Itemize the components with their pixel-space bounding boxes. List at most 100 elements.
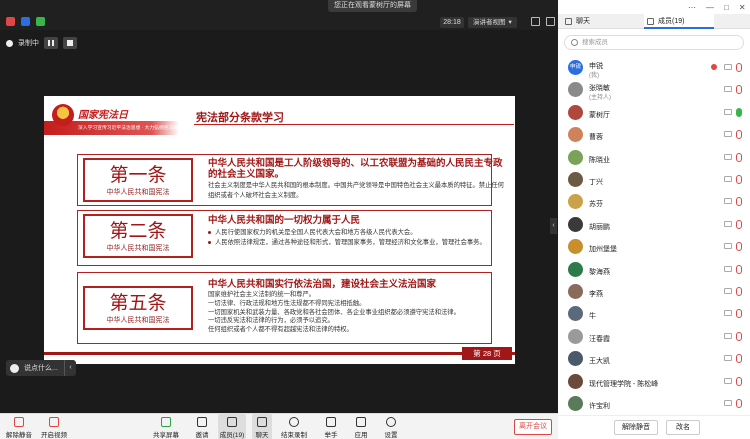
member-row[interactable]: 现代管理学院 - 陈松峰 bbox=[558, 371, 750, 393]
microphone-icon bbox=[736, 197, 742, 207]
member-row[interactable]: 加州堡堡 bbox=[558, 236, 750, 258]
avatar bbox=[568, 373, 583, 389]
chat-preview[interactable]: 说点什么... ‹ bbox=[6, 360, 76, 376]
camera-icon bbox=[724, 310, 732, 317]
avatar bbox=[568, 104, 583, 120]
settings-button[interactable]: 设置 bbox=[382, 414, 400, 439]
article-line: 人民行使国家权力的机关是全国人民代表大会和地方各级人民代表大会。 bbox=[208, 228, 508, 238]
member-row[interactable]: 苏芬 bbox=[558, 191, 750, 213]
window-controls: ⋯ — □ ✕ bbox=[688, 3, 746, 12]
camera-icon bbox=[724, 153, 732, 160]
member-role: (我) bbox=[589, 73, 599, 79]
leave-meeting-button[interactable]: 离开会议 bbox=[514, 419, 552, 435]
shield-icon[interactable] bbox=[21, 17, 30, 26]
avatar bbox=[568, 396, 583, 411]
close-icon[interactable]: ✕ bbox=[739, 3, 746, 12]
article-title: 第二条 bbox=[109, 220, 167, 242]
view-mode-dropdown[interactable]: 演讲者视图 ▾ bbox=[468, 17, 517, 28]
member-name: 曹蓉 bbox=[589, 134, 603, 142]
tab-members[interactable]: 成员(19) bbox=[644, 14, 714, 29]
microphone-icon bbox=[736, 152, 742, 162]
info-icon[interactable] bbox=[6, 17, 15, 26]
tab-chat[interactable]: 聊天 bbox=[562, 14, 642, 29]
article-label-box: 第一条 中华人民共和国宪法 bbox=[83, 158, 193, 202]
member-row[interactable]: 申锐 申锐 (我) bbox=[558, 57, 750, 79]
signal-icon[interactable] bbox=[36, 17, 45, 26]
article-line: 一切违反宪法和法律的行为，必须予以追究。 bbox=[208, 317, 334, 325]
fullscreen-icon[interactable] bbox=[531, 17, 540, 26]
raise-label: 举手 bbox=[324, 432, 338, 439]
member-row[interactable]: 曹蓉 bbox=[558, 124, 750, 146]
video-button[interactable]: 开启视频 bbox=[40, 414, 68, 439]
member-row[interactable]: 张晓敏 (主持人) bbox=[558, 79, 750, 101]
avatar bbox=[568, 216, 583, 232]
mute-button[interactable]: 解除静音 bbox=[4, 414, 34, 439]
panel-footer: 解除静音 改名 bbox=[558, 415, 750, 439]
end-recording-button[interactable]: 结束录制 bbox=[280, 414, 308, 439]
member-row[interactable]: 陈晓业 bbox=[558, 147, 750, 169]
shared-slide: 国家宪法日 深入学习宣传习近平法治思想 · 大力弘扬宪法精神 宪法部分条款学习 … bbox=[44, 96, 515, 364]
microphone-icon bbox=[736, 107, 742, 117]
member-row[interactable]: 牛 bbox=[558, 303, 750, 325]
camera-icon bbox=[49, 417, 59, 427]
layout-icon[interactable] bbox=[546, 17, 555, 26]
article-heading: 中华人民共和国实行依法治国，建设社会主义法治国家 bbox=[208, 279, 437, 290]
unmute-all-button[interactable]: 解除静音 bbox=[614, 420, 658, 435]
stop-recording-button[interactable] bbox=[63, 37, 77, 49]
maximize-window-icon[interactable]: □ bbox=[724, 3, 729, 12]
emoji-icon[interactable] bbox=[10, 363, 19, 373]
member-row[interactable]: 蒙树厅 bbox=[558, 102, 750, 124]
members-icon bbox=[647, 18, 654, 25]
microphone-icon bbox=[736, 264, 742, 274]
meeting-timer: 28:18 bbox=[440, 17, 464, 28]
members-button[interactable]: 成员(19) bbox=[218, 414, 246, 439]
rename-button[interactable]: 改名 bbox=[666, 420, 700, 435]
panel-collapse-handle[interactable]: ‹ bbox=[550, 218, 557, 234]
apps-button[interactable]: 应用 bbox=[352, 414, 370, 439]
member-name: 许宝利 bbox=[589, 403, 610, 410]
member-name: 丁兴 bbox=[589, 179, 603, 186]
member-row[interactable]: 黎海燕 bbox=[558, 259, 750, 281]
minimize-window-icon[interactable]: — bbox=[706, 3, 714, 12]
camera-icon bbox=[724, 400, 732, 406]
raise-hand-button[interactable]: 举手 bbox=[322, 414, 340, 439]
recording-icon bbox=[711, 64, 717, 70]
avatar bbox=[568, 351, 583, 367]
microphone-icon bbox=[736, 376, 742, 386]
pause-recording-button[interactable] bbox=[44, 37, 58, 49]
member-name: 蒙树厅 bbox=[589, 111, 610, 119]
member-row[interactable]: 李燕 bbox=[558, 281, 750, 303]
invite-button[interactable]: 邀请 bbox=[192, 414, 212, 439]
article-line: 社会主义制度是中华人民共和国的根本制度。中国共产党领导是中国特色社会主义最本质的… bbox=[208, 182, 504, 199]
article-text: 国家维护社会主义法制的统一和尊严。 一切法律、行政法规和地方性法规都不得同宪法相… bbox=[208, 291, 508, 335]
article-label-box: 第五条 中华人民共和国宪法 bbox=[83, 286, 193, 330]
member-row[interactable]: 汪春霞 bbox=[558, 326, 750, 348]
stop-record-icon bbox=[289, 417, 299, 427]
member-name: 李燕 bbox=[589, 291, 603, 298]
slide-page-number: 第 28 页 bbox=[462, 347, 512, 360]
avatar: 申锐 bbox=[568, 60, 583, 75]
member-row[interactable]: 许宝利 bbox=[558, 393, 750, 415]
microphone-icon bbox=[736, 63, 742, 72]
article-line: 任何组织或者个人都不得有超越宪法和法律的特权。 bbox=[208, 326, 353, 334]
chevron-left-icon[interactable]: ‹ bbox=[64, 360, 76, 376]
chat-button[interactable]: 聊天 bbox=[252, 414, 272, 439]
camera-icon bbox=[724, 265, 732, 272]
member-row[interactable]: 胡丽鹏 bbox=[558, 214, 750, 236]
member-name: 现代管理学院 - 陈松峰 bbox=[589, 380, 659, 388]
members-icon bbox=[227, 417, 237, 427]
camera-icon bbox=[724, 377, 732, 384]
member-row[interactable]: 丁兴 bbox=[558, 169, 750, 191]
members-label: 成员(19) bbox=[219, 432, 245, 439]
microphone-icon bbox=[736, 85, 742, 95]
microphone-icon bbox=[736, 287, 742, 296]
screen-share-title: 您正在观看蒙树厅的屏幕 bbox=[328, 0, 417, 12]
member-name: 王大凯 bbox=[589, 358, 610, 366]
member-search-input[interactable]: 搜索成员 bbox=[564, 35, 744, 50]
member-row[interactable]: 王大凯 bbox=[558, 348, 750, 370]
share-screen-button[interactable]: 共享屏幕 bbox=[152, 414, 180, 439]
microphone-icon bbox=[736, 354, 742, 364]
microphone-icon bbox=[736, 399, 742, 408]
article-card: 第一条 中华人民共和国宪法 中华人民共和国是工人阶级领导的、以工农联盟为基础的人… bbox=[77, 154, 504, 206]
more-icon[interactable]: ⋯ bbox=[688, 3, 696, 12]
